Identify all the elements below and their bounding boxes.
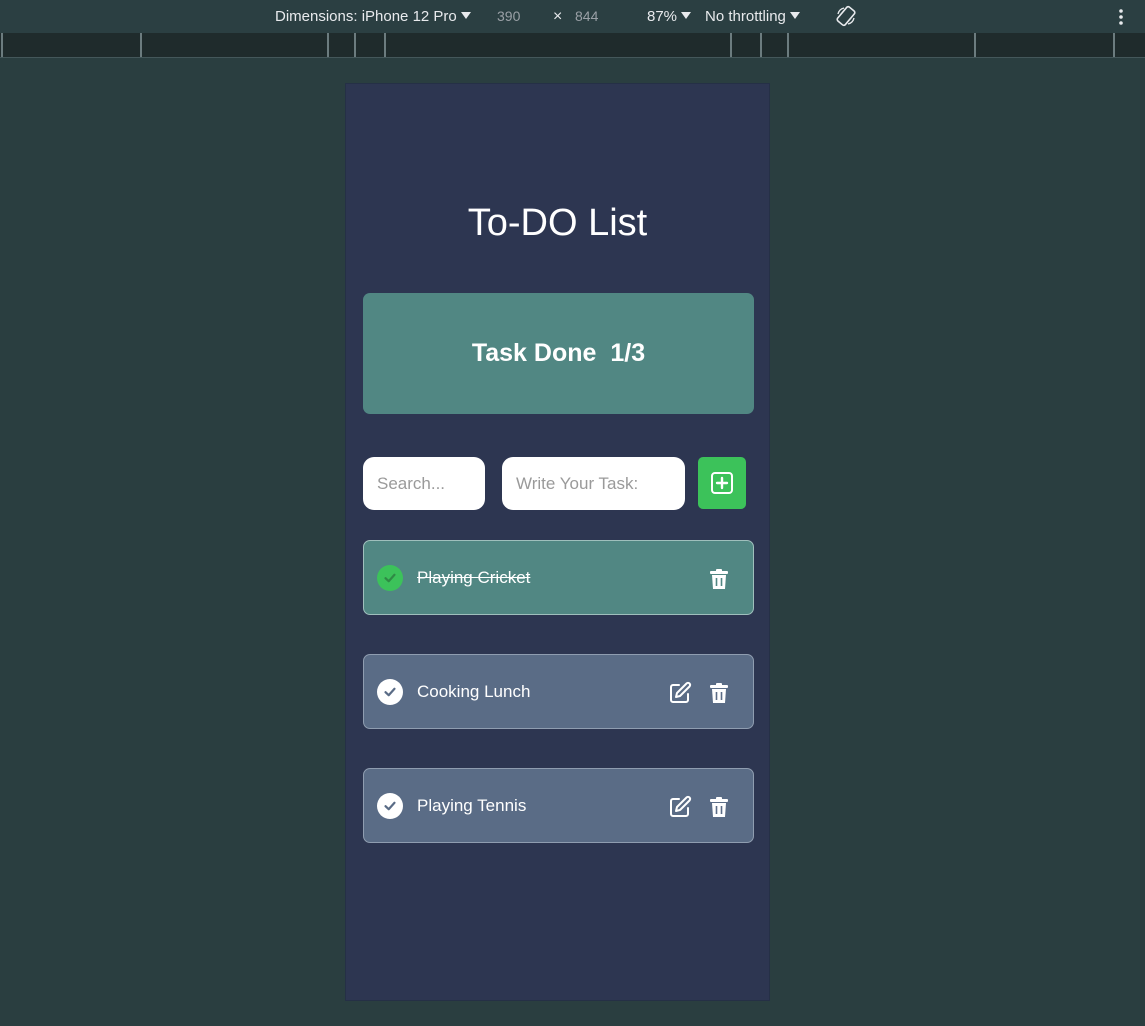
task-text: Playing Cricket (417, 568, 531, 587)
trash-icon[interactable] (707, 567, 731, 591)
zoom-selector[interactable]: 87% (647, 7, 692, 27)
task-item: Playing Tennis (363, 768, 754, 843)
trash-icon[interactable] (707, 795, 731, 819)
device-selector-label: Dimensions: iPhone 12 Pro (275, 8, 457, 25)
times-symbol: × (553, 8, 563, 25)
ruler-mark (760, 33, 762, 57)
ruler-mark (787, 33, 789, 57)
device-selector[interactable]: Dimensions: iPhone 12 Pro (275, 7, 471, 27)
plus-square-icon (711, 472, 733, 494)
media-query-ruler (0, 33, 1145, 58)
ruler-mark (730, 33, 732, 57)
edit-icon[interactable] (668, 795, 692, 819)
stats-label: Task Done (471, 339, 597, 367)
width-field[interactable]: 390 (497, 6, 520, 27)
task-item: Cooking Lunch (363, 654, 754, 729)
zoom-label: 87% (647, 8, 678, 25)
add-task-button[interactable] (698, 457, 746, 509)
ruler-mark (1, 33, 3, 57)
task-input[interactable] (502, 457, 685, 510)
task-stats-card: Task Done 1/3 (363, 293, 754, 414)
ruler-mark (140, 33, 142, 57)
throttling-selector[interactable]: No throttling (705, 7, 800, 27)
ruler-mark (327, 33, 329, 57)
task-text: Playing Tennis (417, 796, 527, 815)
throttling-label: No throttling (705, 8, 786, 25)
height-field[interactable]: 844 (575, 6, 598, 27)
check-circle-icon[interactable] (377, 679, 403, 705)
chevron-down-icon (681, 12, 692, 19)
stats-count: 1/3 (610, 339, 646, 367)
edit-icon[interactable] (668, 681, 692, 705)
chevron-down-icon (460, 12, 471, 19)
check-circle-icon[interactable] (377, 565, 403, 591)
trash-icon[interactable] (707, 681, 731, 705)
chevron-down-icon (789, 12, 800, 19)
task-item: Playing Cricket (363, 540, 754, 615)
ruler-mark (354, 33, 356, 57)
device-toolbar: Dimensions: iPhone 12 Pro 390 × 844 87% … (0, 0, 1145, 33)
check-circle-icon[interactable] (377, 793, 403, 819)
more-options-icon[interactable] (1117, 8, 1125, 28)
page-title: To-DO List (467, 202, 648, 244)
search-input[interactable] (363, 457, 485, 510)
ruler-mark (974, 33, 976, 57)
phone-viewport: To-DO List Task Done 1/3 Playing Cricket (345, 83, 770, 1001)
ruler-mark (1113, 33, 1115, 57)
ruler-mark (384, 33, 386, 57)
rotate-icon[interactable] (835, 5, 857, 27)
task-text: Cooking Lunch (417, 682, 531, 701)
